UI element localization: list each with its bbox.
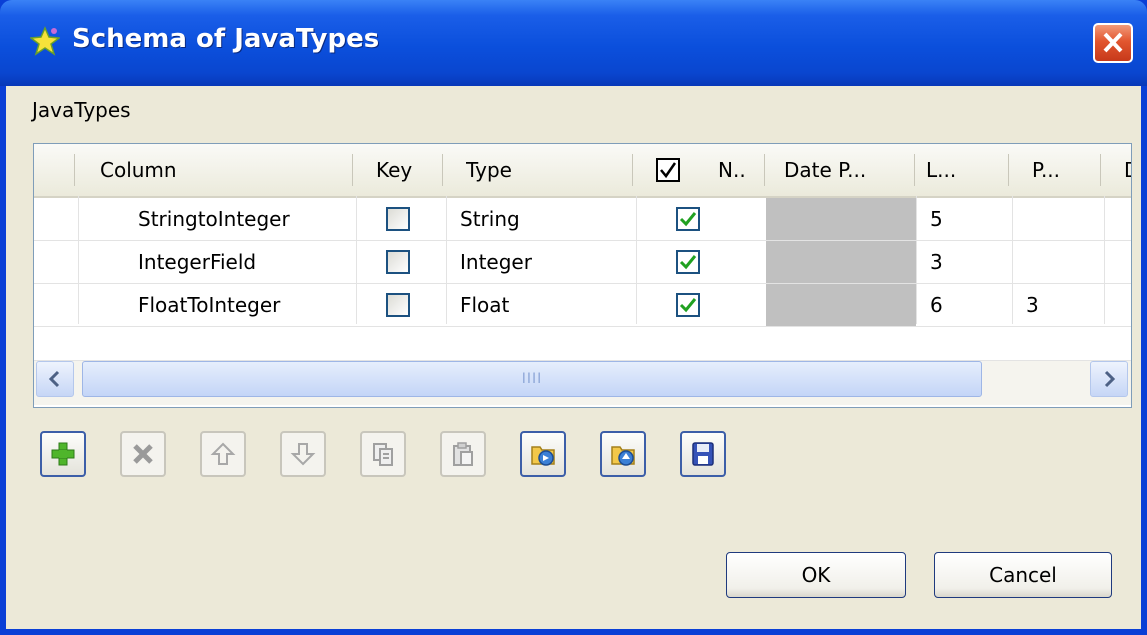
check-icon <box>660 162 677 179</box>
horizontal-scrollbar[interactable]: IIII <box>34 360 1131 405</box>
paste-icon <box>453 442 473 466</box>
header-separator <box>442 154 443 186</box>
dialog-body: JavaTypes Column Key Type N.. Date P... … <box>6 86 1141 629</box>
key-checkbox[interactable] <box>386 250 410 274</box>
cell-length[interactable]: 5 <box>930 198 943 240</box>
schema-label: JavaTypes <box>32 98 131 122</box>
save-button[interactable] <box>680 431 726 477</box>
cell-date-pattern <box>766 241 916 283</box>
talend-star-icon <box>30 26 60 56</box>
nullable-checkbox[interactable] <box>676 293 700 317</box>
header-separator <box>764 154 765 186</box>
header-separator <box>74 154 75 186</box>
key-checkbox[interactable] <box>386 207 410 231</box>
cell-length[interactable]: 6 <box>930 284 943 326</box>
header-column[interactable]: Column <box>100 144 177 196</box>
schema-table: Column Key Type N.. Date P... L... P... … <box>33 143 1132 408</box>
arrow-up-icon <box>210 442 236 465</box>
header-key[interactable]: Key <box>376 144 412 196</box>
table-header: Column Key Type N.. Date P... L... P... … <box>34 144 1131 198</box>
header-separator <box>352 154 353 186</box>
header-type[interactable]: Type <box>466 144 512 196</box>
close-button[interactable] <box>1093 23 1133 63</box>
import-icon <box>531 446 555 466</box>
header-precision[interactable]: P... <box>1032 144 1060 196</box>
cell-length[interactable]: 3 <box>930 241 943 283</box>
key-checkbox[interactable] <box>386 293 410 317</box>
add-button[interactable] <box>40 431 86 477</box>
check-icon <box>679 255 697 270</box>
cell-date-pattern <box>766 198 916 240</box>
chevron-left-icon <box>48 370 60 388</box>
check-icon <box>679 212 697 227</box>
header-length[interactable]: L... <box>926 144 956 196</box>
import-button[interactable] <box>520 431 566 477</box>
move-up-button[interactable] <box>200 431 246 477</box>
export-icon <box>611 446 635 466</box>
table-row[interactable]: StringtoInteger String 5 <box>34 198 1131 241</box>
delete-button[interactable] <box>120 431 166 477</box>
cell-column-name[interactable]: StringtoInteger <box>138 198 290 240</box>
arrow-down-icon <box>290 443 316 466</box>
save-icon <box>692 442 714 466</box>
cancel-button[interactable]: Cancel <box>934 552 1112 598</box>
copy-button[interactable] <box>360 431 406 477</box>
table-row[interactable]: IntegerField Integer 3 <box>34 241 1131 284</box>
cell-type[interactable]: String <box>460 198 520 240</box>
header-default[interactable]: D <box>1124 144 1131 196</box>
scroll-right-button[interactable] <box>1090 361 1128 397</box>
header-date-pattern[interactable]: Date P... <box>784 144 866 196</box>
nullable-checkbox[interactable] <box>676 250 700 274</box>
cell-column-name[interactable]: IntegerField <box>138 241 256 283</box>
cell-date-pattern <box>766 284 916 326</box>
export-button[interactable] <box>600 431 646 477</box>
cell-type[interactable]: Integer <box>460 241 532 283</box>
header-nullable-checkbox[interactable] <box>656 158 680 182</box>
window-title: Schema of JavaTypes <box>72 24 380 54</box>
dialog-window: Schema of JavaTypes JavaTypes Column Key… <box>0 0 1147 635</box>
header-separator <box>632 154 633 186</box>
copy-icon <box>373 443 393 466</box>
nullable-checkbox[interactable] <box>676 207 700 231</box>
x-icon <box>133 444 153 464</box>
cell-column-name[interactable]: FloatToInteger <box>138 284 280 326</box>
table-row[interactable]: FloatToInteger Float 6 3 <box>34 284 1131 327</box>
header-separator <box>1008 154 1009 186</box>
ok-button[interactable]: OK <box>726 552 906 598</box>
title-bar[interactable]: Schema of JavaTypes <box>0 0 1147 86</box>
move-down-button[interactable] <box>280 431 326 477</box>
check-icon <box>679 298 697 313</box>
header-nullable[interactable]: N.. <box>718 144 746 196</box>
close-icon <box>1103 32 1123 53</box>
scroll-thumb[interactable]: IIII <box>82 361 982 397</box>
scroll-left-button[interactable] <box>36 361 74 397</box>
cell-precision[interactable]: 3 <box>1026 284 1039 326</box>
cell-type[interactable]: Float <box>460 284 509 326</box>
header-separator <box>914 154 915 186</box>
chevron-right-icon <box>1104 370 1116 388</box>
plus-icon <box>51 442 75 466</box>
paste-button[interactable] <box>440 431 486 477</box>
header-separator <box>1100 154 1101 186</box>
